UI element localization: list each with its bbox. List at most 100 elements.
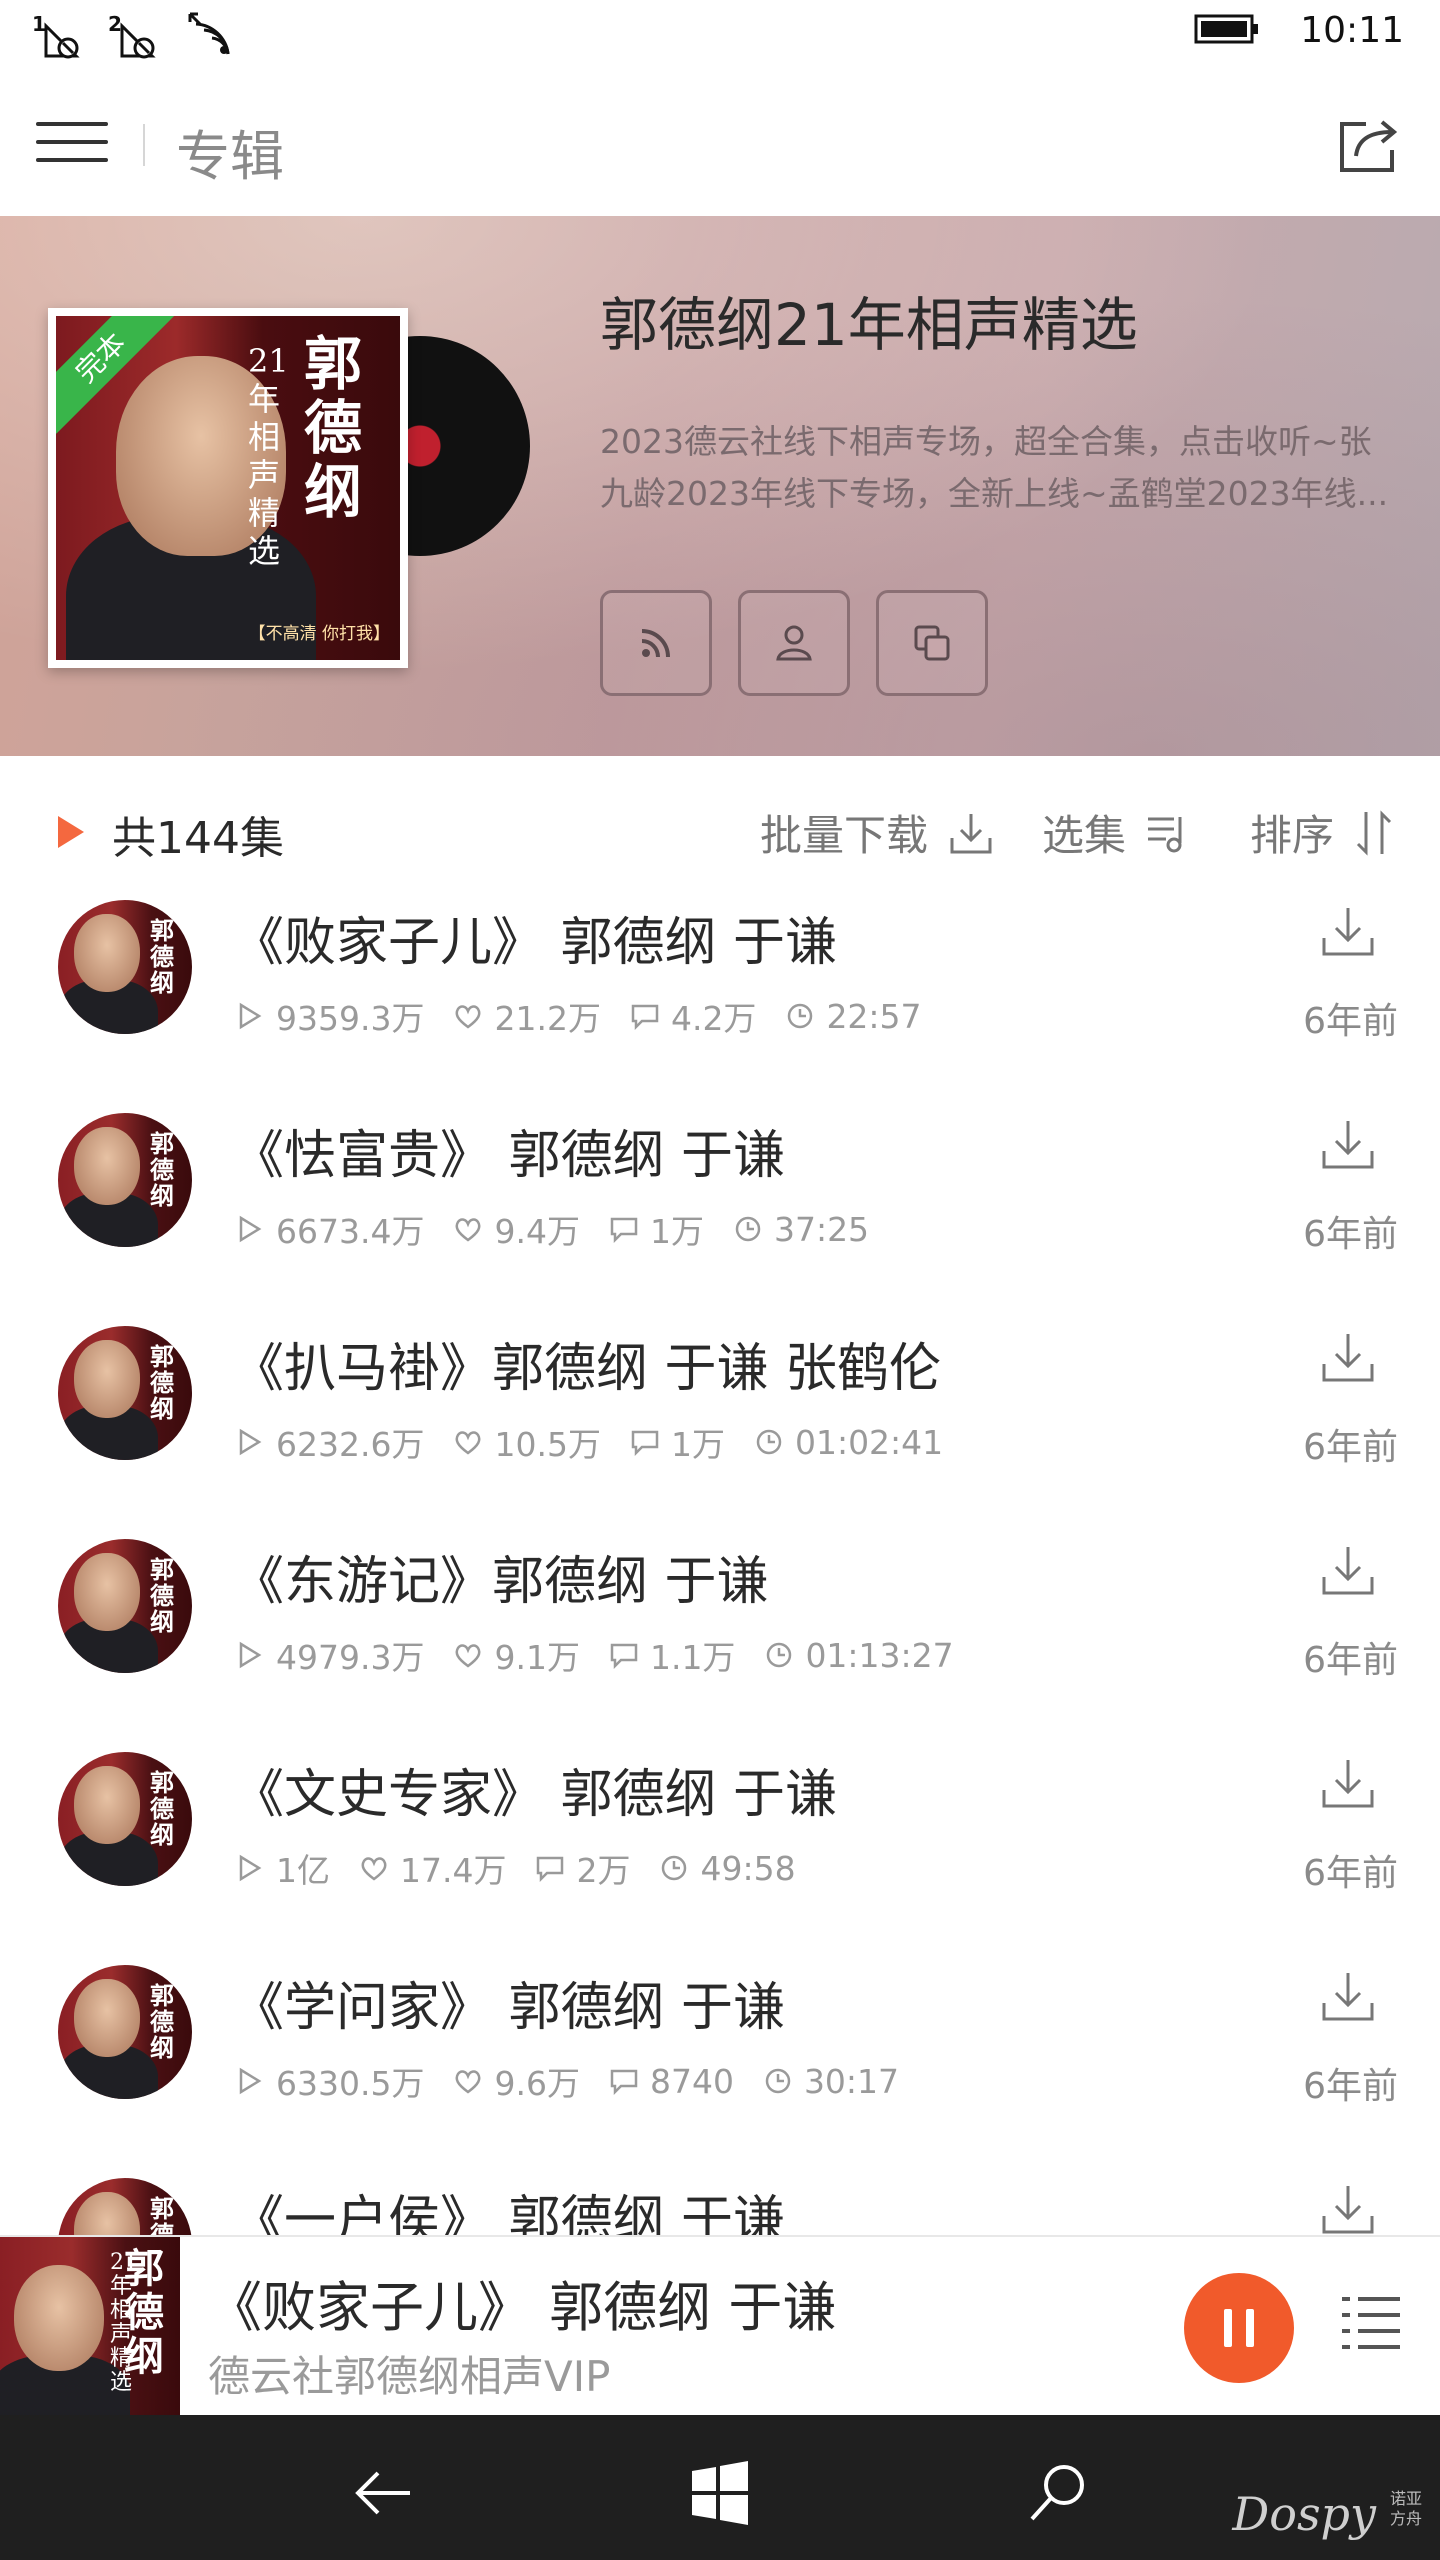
- like-count-icon: [450, 1215, 486, 1243]
- episode-publish-time: 6年前: [1303, 1214, 1398, 1255]
- thumb-title: 郭德纲: [150, 2194, 174, 2236]
- thumb-title: 郭德纲: [150, 1129, 174, 1210]
- album-banner: 21年相声精选 郭德纲 【不高清 你打我】 完本 郭德纲21年相声精选 2023…: [0, 216, 1440, 756]
- thumb-figure-face: [74, 1979, 140, 2057]
- episode-stats: 4979.3万 9.1万 1.1万 01:13:27: [232, 1631, 980, 1679]
- episode-download-button[interactable]: [1318, 1754, 1378, 1814]
- episode-row[interactable]: 郭德纲 《文史专家》 郭德纲 于谦 1亿 17.4万 2万 49:58 6年前: [0, 1744, 1440, 1957]
- episode-title: 《怯富贵》 郭德纲 于谦: [232, 1126, 786, 1186]
- episode-download-button[interactable]: [1318, 1328, 1378, 1388]
- thumb-title: 郭德纲: [150, 1342, 174, 1423]
- comment-count-icon: [606, 2067, 642, 2095]
- copy-album-button[interactable]: [876, 590, 988, 696]
- thumb-title: 郭德纲: [150, 1768, 174, 1849]
- episode-list[interactable]: 郭德纲 《败家子儿》 郭德纲 于谦 9359.3万 21.2万 4.2万 22:…: [0, 892, 1440, 2235]
- comment-count-icon: [606, 1641, 642, 1669]
- playlist-button[interactable]: [1338, 2293, 1404, 2353]
- header-divider: [143, 124, 145, 166]
- thumb-title: 郭德纲: [150, 916, 174, 997]
- episode-thumbnail[interactable]: 郭德纲: [58, 1326, 192, 1460]
- episode-row[interactable]: 郭德纲 《败家子儿》 郭德纲 于谦 9359.3万 21.2万 4.2万 22:…: [0, 892, 1440, 1105]
- episode-download-button[interactable]: [1318, 1115, 1378, 1175]
- like-count: 17.4万: [400, 1851, 507, 1890]
- like-count: 9.4万: [494, 1212, 580, 1251]
- play-count: 4979.3万: [276, 1638, 425, 1677]
- comment-count: 1万: [649, 1212, 704, 1251]
- wifi-icon: [184, 10, 240, 64]
- episode-row[interactable]: 郭德纲 《一户侯》 郭德纲 于谦: [0, 2170, 1440, 2235]
- like-count: 21.2万: [494, 999, 601, 1038]
- pause-bar-icon: [1246, 2309, 1254, 2347]
- sim2-number: 2: [108, 12, 122, 36]
- play-count-icon: [232, 1853, 268, 1883]
- user-icon: [776, 625, 812, 661]
- episode-download-button[interactable]: [1318, 1541, 1378, 1601]
- play-all-arrow-icon[interactable]: [58, 816, 84, 848]
- episode-row[interactable]: 郭德纲 《学问家》 郭德纲 于谦 6330.5万 9.6万 8740 30:17…: [0, 1957, 1440, 2170]
- batch-download-label: 批量下载: [760, 811, 929, 860]
- comment-count-icon: [606, 1215, 642, 1243]
- cover-title: 郭德纲: [303, 330, 362, 526]
- like-count-icon: [450, 2067, 486, 2095]
- episode-title: 《一户侯》 郭德纲 于谦: [232, 2191, 786, 2235]
- sort-icon: [1356, 809, 1392, 856]
- episode-download-button[interactable]: [1318, 1967, 1378, 2027]
- batch-download-button[interactable]: 批量下载: [760, 802, 996, 863]
- anchor-profile-button[interactable]: [738, 590, 850, 696]
- watermark-small: 诺亚方舟: [1390, 2489, 1423, 2528]
- episode-publish-time: 6年前: [1303, 1001, 1398, 1042]
- pause-button[interactable]: [1184, 2273, 1294, 2383]
- episode-thumbnail[interactable]: 郭德纲: [58, 900, 192, 1034]
- select-episodes-button[interactable]: 选集: [1042, 802, 1192, 863]
- select-label: 选集: [1042, 811, 1127, 860]
- subscribe-rss-button[interactable]: [600, 590, 712, 696]
- sim1-signal-icon: 1: [32, 12, 88, 62]
- episode-title: 《败家子儿》 郭德纲 于谦: [232, 913, 838, 973]
- player-cover-face: [14, 2265, 104, 2371]
- comment-count: 2万: [576, 1851, 631, 1890]
- episode-thumbnail[interactable]: 郭德纲: [58, 1965, 192, 2099]
- status-bar: 1 2 10:11: [0, 0, 1440, 72]
- playlist-icon: [1342, 2297, 1400, 2349]
- comment-count: 8740: [649, 2061, 734, 2101]
- pause-bar-icon: [1224, 2309, 1232, 2347]
- play-count: 6330.5万: [276, 2064, 425, 2103]
- list-toolbar: 共144集 批量下载 选集 排序: [0, 766, 1440, 892]
- episode-title: 《东游记》郭德纲 于谦: [232, 1552, 769, 1612]
- comment-count: 1.1万: [649, 1638, 736, 1677]
- episode-stats: 6232.6万 10.5万 1万 01:02:41: [232, 1418, 969, 1466]
- play-count: 1亿: [276, 1851, 330, 1890]
- thumb-figure-face: [74, 914, 140, 992]
- mini-player[interactable]: 21年相声精选 郭德纲 《败家子儿》 郭德纲 于谦 德云社郭德纲相声VIP: [0, 2235, 1440, 2417]
- album-cover[interactable]: 21年相声精选 郭德纲 【不高清 你打我】 完本: [48, 308, 408, 668]
- episode-thumbnail[interactable]: 郭德纲: [58, 1752, 192, 1886]
- episode-stats: 1亿 17.4万 2万 49:58: [232, 1844, 822, 1892]
- thumb-figure-face: [74, 1553, 140, 1631]
- episode-row[interactable]: 郭德纲 《东游记》郭德纲 于谦 4979.3万 9.1万 1.1万 01:13:…: [0, 1531, 1440, 1744]
- sort-button[interactable]: 排序: [1250, 802, 1396, 863]
- episode-download-button[interactable]: [1318, 2180, 1378, 2235]
- share-button[interactable]: [1336, 116, 1400, 176]
- menu-line-icon: [36, 158, 108, 162]
- comment-count-icon: [627, 1002, 663, 1030]
- battery-icon: [1194, 13, 1260, 49]
- watermark-brand: Dospy: [1232, 2487, 1376, 2541]
- episode-title: 《扒马褂》郭德纲 于谦 张鹤伦: [232, 1339, 942, 1399]
- episode-thumbnail[interactable]: 郭德纲: [58, 2178, 192, 2235]
- menu-button[interactable]: [36, 122, 108, 168]
- episode-download-button[interactable]: [1318, 902, 1378, 962]
- episode-thumbnail[interactable]: 郭德纲: [58, 1113, 192, 1247]
- search-button[interactable]: [1018, 2453, 1098, 2533]
- back-button[interactable]: [344, 2453, 424, 2533]
- thumb-figure-face: [74, 1127, 140, 1205]
- start-button[interactable]: [680, 2453, 760, 2533]
- episode-row[interactable]: 郭德纲 《扒马褂》郭德纲 于谦 张鹤伦 6232.6万 10.5万 1万 01:…: [0, 1318, 1440, 1531]
- duration-icon: [782, 1001, 818, 1031]
- album-description[interactable]: 2023德云社线下相声专场，超全合集，点击收听~张 九龄2023年线下专场，全新…: [600, 416, 1430, 520]
- player-cover[interactable]: 21年相声精选 郭德纲: [0, 2237, 180, 2417]
- episode-thumbnail[interactable]: 郭德纲: [58, 1539, 192, 1673]
- episode-row[interactable]: 郭德纲 《怯富贵》 郭德纲 于谦 6673.4万 9.4万 1万 37:25 6…: [0, 1105, 1440, 1318]
- duration-icon: [656, 1853, 692, 1883]
- thumb-figure-face: [74, 2192, 140, 2235]
- episode-stats: 6330.5万 9.6万 8740 30:17: [232, 2057, 925, 2105]
